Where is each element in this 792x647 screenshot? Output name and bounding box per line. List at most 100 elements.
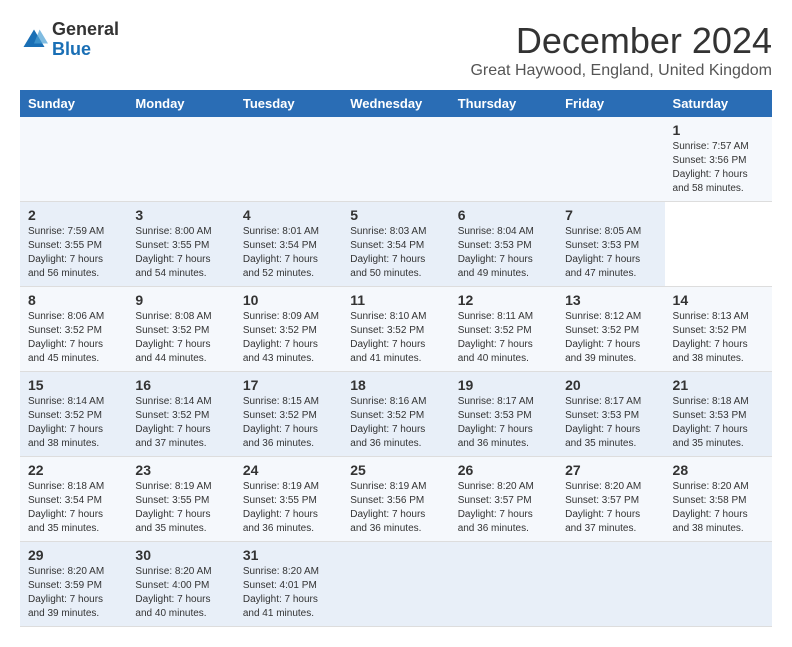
day-number: 2 <box>28 207 119 223</box>
day-info: Sunrise: 8:20 AMSunset: 4:00 PMDaylight:… <box>135 566 211 619</box>
calendar-week-5: 29 Sunrise: 8:20 AMSunset: 3:59 PMDaylig… <box>20 542 772 627</box>
calendar-cell: 18 Sunrise: 8:16 AMSunset: 3:52 PMDaylig… <box>342 372 449 457</box>
day-info: Sunrise: 8:20 AMSunset: 3:59 PMDaylight:… <box>28 566 104 619</box>
day-info: Sunrise: 8:01 AMSunset: 3:54 PMDaylight:… <box>243 226 319 279</box>
calendar-cell <box>342 542 449 627</box>
calendar-cell: 27 Sunrise: 8:20 AMSunset: 3:57 PMDaylig… <box>557 457 664 542</box>
day-number: 9 <box>135 292 226 308</box>
day-info: Sunrise: 8:06 AMSunset: 3:52 PMDaylight:… <box>28 311 104 364</box>
calendar-cell <box>20 117 127 202</box>
calendar-cell: 10 Sunrise: 8:09 AMSunset: 3:52 PMDaylig… <box>235 287 342 372</box>
header: General Blue December 2024 Great Haywood… <box>20 20 772 80</box>
day-number: 16 <box>135 377 226 393</box>
day-info: Sunrise: 8:19 AMSunset: 3:55 PMDaylight:… <box>243 481 319 534</box>
day-number: 22 <box>28 462 119 478</box>
col-saturday: Saturday <box>665 90 772 117</box>
day-info: Sunrise: 8:00 AMSunset: 3:55 PMDaylight:… <box>135 226 211 279</box>
calendar-cell: 3 Sunrise: 8:00 AMSunset: 3:55 PMDayligh… <box>127 202 234 287</box>
calendar-cell: 2 Sunrise: 7:59 AMSunset: 3:55 PMDayligh… <box>20 202 127 287</box>
day-info: Sunrise: 8:08 AMSunset: 3:52 PMDaylight:… <box>135 311 211 364</box>
calendar-cell <box>450 542 557 627</box>
day-number: 29 <box>28 547 119 563</box>
calendar-cell <box>557 542 664 627</box>
calendar-cell: 26 Sunrise: 8:20 AMSunset: 3:57 PMDaylig… <box>450 457 557 542</box>
logo-general: General <box>52 19 119 39</box>
day-info: Sunrise: 8:20 AMSunset: 3:58 PMDaylight:… <box>673 481 749 534</box>
day-number: 31 <box>243 547 334 563</box>
calendar-cell: 23 Sunrise: 8:19 AMSunset: 3:55 PMDaylig… <box>127 457 234 542</box>
calendar-cell: 1 Sunrise: 7:57 AMSunset: 3:56 PMDayligh… <box>665 117 772 202</box>
day-info: Sunrise: 8:17 AMSunset: 3:53 PMDaylight:… <box>458 396 534 449</box>
col-tuesday: Tuesday <box>235 90 342 117</box>
calendar-week-0: 1 Sunrise: 7:57 AMSunset: 3:56 PMDayligh… <box>20 117 772 202</box>
day-info: Sunrise: 8:20 AMSunset: 4:01 PMDaylight:… <box>243 566 319 619</box>
day-info: Sunrise: 8:18 AMSunset: 3:53 PMDaylight:… <box>673 396 749 449</box>
day-number: 27 <box>565 462 656 478</box>
calendar-cell: 28 Sunrise: 8:20 AMSunset: 3:58 PMDaylig… <box>665 457 772 542</box>
calendar-cell: 21 Sunrise: 8:18 AMSunset: 3:53 PMDaylig… <box>665 372 772 457</box>
day-number: 26 <box>458 462 549 478</box>
calendar-week-2: 8 Sunrise: 8:06 AMSunset: 3:52 PMDayligh… <box>20 287 772 372</box>
day-number: 24 <box>243 462 334 478</box>
logo-blue: Blue <box>52 39 91 59</box>
col-thursday: Thursday <box>450 90 557 117</box>
calendar-cell: 6 Sunrise: 8:04 AMSunset: 3:53 PMDayligh… <box>450 202 557 287</box>
day-number: 28 <box>673 462 764 478</box>
day-info: Sunrise: 8:18 AMSunset: 3:54 PMDaylight:… <box>28 481 104 534</box>
day-info: Sunrise: 8:05 AMSunset: 3:53 PMDaylight:… <box>565 226 641 279</box>
day-number: 23 <box>135 462 226 478</box>
calendar-cell: 22 Sunrise: 8:18 AMSunset: 3:54 PMDaylig… <box>20 457 127 542</box>
day-number: 18 <box>350 377 441 393</box>
day-number: 5 <box>350 207 441 223</box>
day-number: 17 <box>243 377 334 393</box>
day-info: Sunrise: 8:20 AMSunset: 3:57 PMDaylight:… <box>458 481 534 534</box>
calendar-cell: 20 Sunrise: 8:17 AMSunset: 3:53 PMDaylig… <box>557 372 664 457</box>
calendar-cell <box>665 542 772 627</box>
day-number: 15 <box>28 377 119 393</box>
calendar-cell: 12 Sunrise: 8:11 AMSunset: 3:52 PMDaylig… <box>450 287 557 372</box>
calendar-cell <box>127 117 234 202</box>
calendar-cell: 29 Sunrise: 8:20 AMSunset: 3:59 PMDaylig… <box>20 542 127 627</box>
calendar-cell <box>235 117 342 202</box>
day-number: 4 <box>243 207 334 223</box>
day-number: 1 <box>673 122 764 138</box>
col-monday: Monday <box>127 90 234 117</box>
day-number: 13 <box>565 292 656 308</box>
day-info: Sunrise: 8:04 AMSunset: 3:53 PMDaylight:… <box>458 226 534 279</box>
day-info: Sunrise: 8:16 AMSunset: 3:52 PMDaylight:… <box>350 396 426 449</box>
calendar-week-3: 15 Sunrise: 8:14 AMSunset: 3:52 PMDaylig… <box>20 372 772 457</box>
calendar-cell: 14 Sunrise: 8:13 AMSunset: 3:52 PMDaylig… <box>665 287 772 372</box>
day-number: 30 <box>135 547 226 563</box>
day-number: 11 <box>350 292 441 308</box>
day-info: Sunrise: 8:14 AMSunset: 3:52 PMDaylight:… <box>28 396 104 449</box>
day-info: Sunrise: 7:59 AMSunset: 3:55 PMDaylight:… <box>28 226 104 279</box>
calendar-cell <box>342 117 449 202</box>
calendar-cell: 5 Sunrise: 8:03 AMSunset: 3:54 PMDayligh… <box>342 202 449 287</box>
calendar-cell <box>450 117 557 202</box>
calendar-cell: 16 Sunrise: 8:14 AMSunset: 3:52 PMDaylig… <box>127 372 234 457</box>
day-info: Sunrise: 8:10 AMSunset: 3:52 PMDaylight:… <box>350 311 426 364</box>
calendar-cell: 11 Sunrise: 8:10 AMSunset: 3:52 PMDaylig… <box>342 287 449 372</box>
logo-icon <box>20 26 48 54</box>
calendar-body: 1 Sunrise: 7:57 AMSunset: 3:56 PMDayligh… <box>20 117 772 627</box>
logo: General Blue <box>20 20 119 60</box>
day-info: Sunrise: 8:19 AMSunset: 3:55 PMDaylight:… <box>135 481 211 534</box>
calendar-cell: 24 Sunrise: 8:19 AMSunset: 3:55 PMDaylig… <box>235 457 342 542</box>
day-info: Sunrise: 7:57 AMSunset: 3:56 PMDaylight:… <box>673 141 749 194</box>
calendar-cell: 30 Sunrise: 8:20 AMSunset: 4:00 PMDaylig… <box>127 542 234 627</box>
day-number: 7 <box>565 207 656 223</box>
day-number: 21 <box>673 377 764 393</box>
day-number: 3 <box>135 207 226 223</box>
day-number: 12 <box>458 292 549 308</box>
day-info: Sunrise: 8:09 AMSunset: 3:52 PMDaylight:… <box>243 311 319 364</box>
col-wednesday: Wednesday <box>342 90 449 117</box>
calendar-cell: 19 Sunrise: 8:17 AMSunset: 3:53 PMDaylig… <box>450 372 557 457</box>
col-sunday: Sunday <box>20 90 127 117</box>
day-number: 10 <box>243 292 334 308</box>
day-info: Sunrise: 8:20 AMSunset: 3:57 PMDaylight:… <box>565 481 641 534</box>
calendar-cell: 9 Sunrise: 8:08 AMSunset: 3:52 PMDayligh… <box>127 287 234 372</box>
calendar-week-1: 2 Sunrise: 7:59 AMSunset: 3:55 PMDayligh… <box>20 202 772 287</box>
calendar-cell <box>557 117 664 202</box>
calendar-cell: 25 Sunrise: 8:19 AMSunset: 3:56 PMDaylig… <box>342 457 449 542</box>
day-number: 25 <box>350 462 441 478</box>
